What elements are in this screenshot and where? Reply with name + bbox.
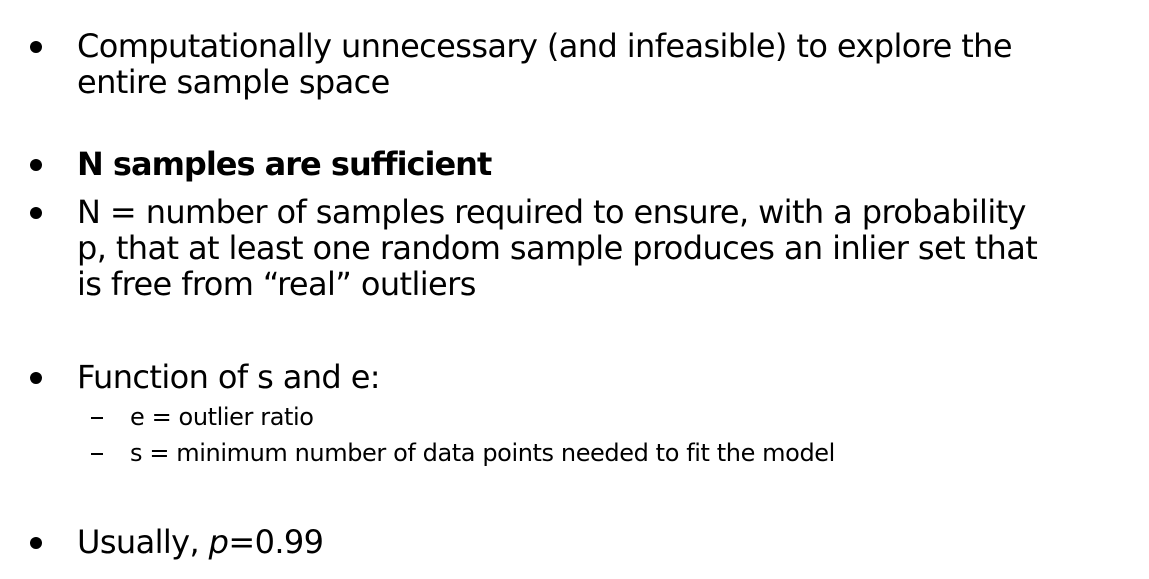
bullet-line: entire sample space [77,63,390,101]
usually-prefix: Usually, [77,523,209,561]
bullet-text: N = number of samples required to ensure… [77,194,1137,302]
subitem-text: s = minimum number of data points needed… [130,439,835,467]
bullet-dot [30,537,42,549]
bullet-dot [30,207,42,219]
bullet-line: Computationally unnecessary (and infeasi… [77,27,1013,65]
bullet-text: Computationally unnecessary (and infeasi… [77,28,1137,100]
bullet-dot [30,41,42,53]
bullet-text: Function of s and e: [77,358,381,396]
bullet-text: Usually, p=0.99 [77,524,1137,560]
bullet-line: p, that at least one random sample produ… [77,229,1038,267]
bullet-dot [30,159,42,171]
bullet-line: N = number of samples required to ensure… [77,193,1027,231]
p-variable: p [208,523,229,561]
p-value: =0.99 [228,523,324,561]
dash-marker [91,417,103,419]
slide: Computationally unnecessary (and infeasi… [0,0,1149,579]
bullet-text: N samples are sufficient [77,145,492,183]
bullet-line: is free from “real” outliers [77,265,476,303]
dash-marker [91,453,103,455]
bullet-dot [30,372,42,384]
subitem-text: e = outlier ratio [130,403,314,431]
